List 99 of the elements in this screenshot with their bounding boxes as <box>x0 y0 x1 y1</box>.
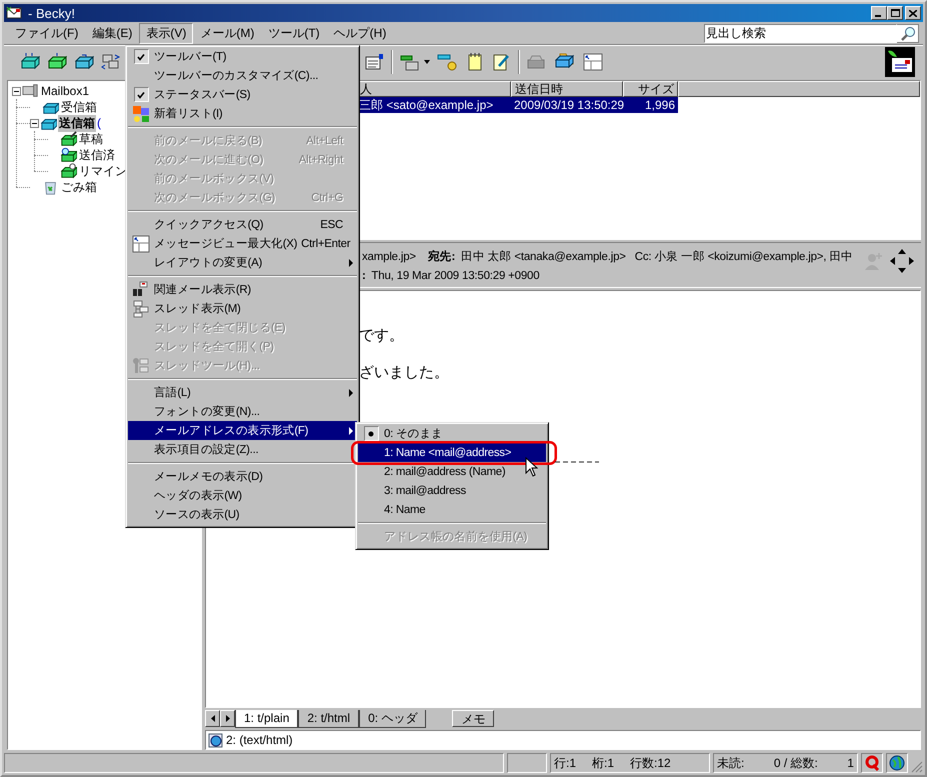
page-globe-icon <box>208 732 224 748</box>
thread-icon <box>132 300 150 318</box>
server-icon <box>22 83 39 99</box>
bullet-icon <box>367 430 375 438</box>
total-count: 1 <box>847 756 854 770</box>
pointer-cursor-icon <box>525 457 538 478</box>
checkbox[interactable] <box>134 49 148 64</box>
envelope-leaf-icon[interactable] <box>885 46 915 76</box>
unread-count: 0 / 総数: <box>774 754 818 772</box>
header-line: : Thu, 19 Mar 2009 13:50:29 +0900 <box>362 269 540 284</box>
menu-item[interactable]: ツール(T) <box>261 23 327 44</box>
resize-grip-icon[interactable] <box>911 761 923 773</box>
folder-label[interactable]: Mailbox1 <box>40 84 90 98</box>
checkbox[interactable] <box>134 87 148 102</box>
checkmark-icon <box>137 52 145 60</box>
menu-item[interactable]: 1: Name <mail@address> <box>358 443 546 462</box>
tray-globe-icon <box>60 147 77 163</box>
menu-item[interactable]: ツールバーのカスタマイズ(C)... <box>128 66 357 85</box>
right-arrow-icon <box>226 715 230 722</box>
scroll-left-button[interactable] <box>205 710 220 727</box>
tab[interactable]: 0: ヘッダ <box>359 710 426 728</box>
menu-item[interactable]: クイックアクセス(Q) ESC <box>128 215 357 234</box>
menu-item[interactable]: 関連メール表示(R) <box>128 280 357 299</box>
folder-label[interactable]: 草稿 <box>78 130 104 148</box>
checkmark-icon <box>137 90 145 98</box>
folder-label[interactable]: 受信箱 <box>60 98 98 116</box>
tray-arrow-icon[interactable] <box>47 52 67 70</box>
card-pen-icon[interactable] <box>364 52 384 70</box>
menu-item[interactable]: 2: mail@address (Name) <box>358 462 546 481</box>
left-arrow-icon <box>210 715 214 722</box>
body-text: ざいました。 <box>359 363 450 383</box>
globe-icon[interactable] <box>889 755 905 771</box>
cursor-line: 行:1 <box>554 754 576 772</box>
thread-tool-icon <box>132 356 150 374</box>
layout-icon <box>132 234 150 252</box>
memo-button[interactable]: メモ <box>452 710 494 727</box>
menu-item[interactable]: ファイル(F) <box>8 23 86 44</box>
folder-count: ( <box>97 116 101 130</box>
menu-item[interactable]: メールメモの表示(D) <box>128 467 357 486</box>
menu-item[interactable]: メール(M) <box>193 23 262 44</box>
close-button[interactable] <box>905 6 921 20</box>
menu-item[interactable]: レイアウトの変更(A) <box>128 253 357 272</box>
tab[interactable]: 1: t/plain <box>235 710 298 728</box>
menu-item[interactable]: メッセージビュー最大化(X) Ctrl+Enter <box>128 234 357 253</box>
tray-arrows-icon[interactable] <box>20 52 40 70</box>
unread-label: 未読: <box>717 754 744 772</box>
menu-item[interactable]: ヘルプ(H) <box>326 23 394 44</box>
folder-label[interactable]: ごみ箱 <box>60 178 98 196</box>
menu-item[interactable]: ソースの表示(U) <box>128 505 357 524</box>
search-icon <box>900 26 916 42</box>
menu-item[interactable]: 3: mail@address <box>358 481 546 500</box>
tray-pen-icon <box>60 131 77 147</box>
cursor-column: 桁:1 <box>592 754 614 772</box>
menu-item[interactable]: スレッド表示(M) <box>128 299 357 318</box>
column-header[interactable]: 送信日時 <box>511 81 623 97</box>
layout-icon[interactable] <box>583 52 603 70</box>
menu-item[interactable]: 表示(V) <box>139 23 194 44</box>
scroll-right-button[interactable] <box>220 710 235 727</box>
submenu-arrow-icon <box>349 258 353 266</box>
close-icon <box>909 10 917 16</box>
menu-item[interactable]: メールアドレスの表示形式(F) <box>128 421 357 440</box>
menu-item[interactable]: フォントの変更(N)... <box>128 402 357 421</box>
search-button[interactable] <box>897 24 919 43</box>
leader-line <box>555 461 599 463</box>
tray-arrow-icon[interactable] <box>74 52 94 70</box>
tab[interactable]: 2: t/html <box>298 710 360 728</box>
app-envelope-icon <box>6 6 22 20</box>
notepad-icon[interactable] <box>466 52 484 72</box>
caret-icon[interactable] <box>424 60 430 64</box>
tray-clock-icon <box>60 163 77 179</box>
menu-item[interactable]: 4: Name <box>358 500 546 519</box>
menu-item[interactable]: ヘッダの表示(W) <box>128 486 357 505</box>
line-count: 行数:12 <box>630 754 671 772</box>
radio-button[interactable] <box>364 426 378 441</box>
menu-item[interactable]: 新着リスト(I) <box>128 104 357 123</box>
notepad-pen-icon[interactable] <box>491 52 511 72</box>
menu-item[interactable]: ツールバー(T) <box>128 47 357 66</box>
minimize-button[interactable] <box>871 6 887 20</box>
search-field[interactable]: 見出し検索 <box>704 24 897 43</box>
ring-tail-icon[interactable] <box>864 755 880 771</box>
attachment-label[interactable]: 2: (text/html) <box>226 733 293 747</box>
column-header[interactable]: サイズ <box>623 81 678 97</box>
servers-icon[interactable] <box>101 52 121 70</box>
menu-item[interactable]: 言語(L) <box>128 383 357 402</box>
menu-item[interactable]: 編集(E) <box>85 23 140 44</box>
window-title: - Becky! <box>28 6 76 20</box>
maximize-icon <box>890 9 900 17</box>
maximize-button[interactable] <box>887 6 903 20</box>
status-panel <box>507 753 547 773</box>
menu-item[interactable]: 0: そのまま <box>358 424 546 443</box>
trash-can-icon <box>42 179 59 195</box>
header-line: xample.jp> 宛先: 田中 太郎 <tanaka@example.jp> Cc: 小泉 一郎 <koizumi@example.jp>, 田中 <box>362 249 854 265</box>
folder-label[interactable]: 送信箱 <box>58 114 96 132</box>
navigation-arrows-icon[interactable] <box>889 248 915 274</box>
body-text: です。 <box>359 326 405 346</box>
menu-item[interactable]: ステータスバー(S) <box>128 85 357 104</box>
submenu-arrow-icon <box>349 426 353 434</box>
folder-label[interactable]: 送信済 <box>78 146 116 164</box>
submenu-arrow-icon <box>349 388 353 396</box>
